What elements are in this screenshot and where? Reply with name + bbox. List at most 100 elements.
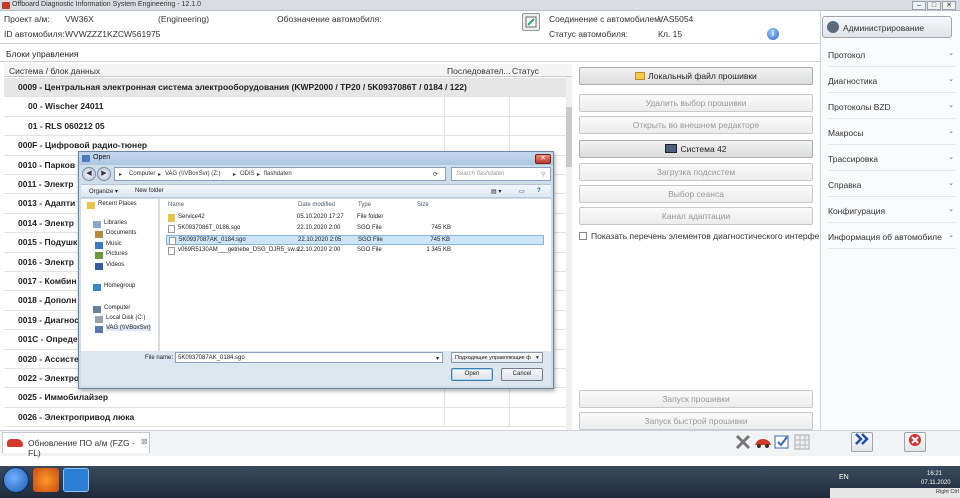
- open-external-editor-button[interactable]: Открыть во внешнем редакторе: [579, 116, 813, 134]
- table-row[interactable]: 01 - RLS 060212 05: [4, 116, 566, 137]
- table-scrollbar[interactable]: [566, 77, 572, 430]
- forward-nav-button[interactable]: ▶: [97, 167, 111, 181]
- cancel-button[interactable]: Cancel: [501, 368, 543, 381]
- address-bar[interactable]: ▸ Computer ▸ VAG (\\VBoxSvr) (Z:) ▸ ODIS…: [114, 167, 446, 181]
- column-header-name[interactable]: Name: [168, 202, 184, 208]
- row-label: 0026 - Электропривод люка: [18, 411, 135, 422]
- tab-flash-update[interactable]: Обновление ПО а/м (FZG - FL) ⊠: [2, 432, 150, 458]
- show-interface-list-label: Показать перечень элементов диагностичес…: [591, 231, 834, 241]
- row-label: 00 - Wischer 24011: [28, 101, 104, 112]
- refresh-icon[interactable]: ⟳: [433, 171, 438, 178]
- column-divider: [509, 407, 510, 427]
- vehicle-icon[interactable]: [754, 434, 771, 450]
- nav-item[interactable]: Recent Places: [98, 201, 137, 207]
- clock-time[interactable]: 16:21: [927, 471, 942, 477]
- nav-item[interactable]: Videos: [106, 262, 124, 268]
- breadcrumb-flashdaten[interactable]: flashdaten: [264, 171, 292, 177]
- start-quick-flash-button[interactable]: Запуск быстрой прошивки: [579, 412, 813, 430]
- clear-flash-selection-button[interactable]: Удалить выбор прошивки: [579, 94, 813, 112]
- tab-close-icon[interactable]: ⊠: [141, 437, 148, 446]
- table-row[interactable]: 0026 - Электропривод люка: [4, 407, 566, 428]
- nav-item[interactable]: Libraries: [104, 220, 127, 226]
- column-divider: [509, 97, 510, 117]
- administration-button[interactable]: Администрирование: [822, 16, 952, 38]
- table-row[interactable]: 0009 - Центральная электронная система э…: [4, 78, 566, 98]
- new-folder-button[interactable]: New folder: [135, 188, 164, 194]
- column-divider: [509, 116, 510, 136]
- nav-item[interactable]: Music: [106, 241, 122, 247]
- preview-pane-icon[interactable]: ▭: [519, 188, 525, 195]
- sidebar-item-3[interactable]: Макросы ⌄: [828, 123, 956, 145]
- firefox-icon[interactable]: [33, 468, 59, 492]
- table-header: Система / блок данных Последовател... Ст…: [4, 64, 572, 77]
- nav-item[interactable]: Local Disk (C:): [106, 315, 145, 321]
- odis-taskbar-icon[interactable]: [63, 468, 89, 492]
- edit-icon[interactable]: [522, 13, 540, 31]
- file-row[interactable]: Service42 05.10.2020 17:27 File folder: [166, 213, 544, 223]
- nav-item[interactable]: Computer: [104, 305, 130, 311]
- breadcrumb-computer[interactable]: Computer: [129, 171, 155, 177]
- adaptation-channel-button[interactable]: Канал адаптации: [579, 207, 813, 225]
- language-indicator[interactable]: EN: [839, 474, 849, 481]
- grid-icon[interactable]: [794, 434, 810, 450]
- file-name-input[interactable]: 5K0937087AK_0184.sgo ▾: [175, 352, 443, 363]
- chevron-down-icon: ⌄: [948, 76, 954, 83]
- checklist-icon[interactable]: [774, 434, 790, 450]
- breadcrumb-drive[interactable]: VAG (\\VBoxSvr) (Z:): [165, 171, 221, 177]
- scrollbar-thumb[interactable]: [566, 107, 572, 167]
- column-header-size[interactable]: Size: [417, 202, 429, 208]
- sidebar-item-1[interactable]: Диагностика ⌄: [828, 71, 956, 93]
- breadcrumb-odis[interactable]: ODIS: [240, 171, 255, 177]
- file-row[interactable]: v069R5130AM___getriebe_DSG_DJR5_sw.s... 2…: [166, 246, 544, 256]
- column-header-date[interactable]: Date modified: [298, 202, 335, 208]
- chevron-down-icon: ⌄: [948, 128, 954, 135]
- file-row[interactable]: 5K0937086T_0186.sgo 22.10.2020 2:00 SGO Fi…: [166, 224, 544, 234]
- sidebar-item-5[interactable]: Справка ⌄: [828, 175, 956, 197]
- help-icon[interactable]: ?: [537, 188, 541, 194]
- nav-item-icon: [95, 242, 103, 249]
- close-button[interactable]: ✕: [942, 1, 956, 10]
- start-button[interactable]: [3, 467, 29, 493]
- clock-date[interactable]: 07.11.2020: [921, 480, 951, 486]
- minimize-button[interactable]: –: [912, 1, 926, 10]
- sidebar-item-2[interactable]: Протоколы BZD ⌄: [828, 97, 956, 119]
- file-row[interactable]: 5K0937087AK_0184.sgo 22.10.2020 2:05 SGO F…: [166, 235, 544, 245]
- local-flash-file-button[interactable]: Локальный файл прошивки: [579, 67, 813, 85]
- maximize-button[interactable]: □: [927, 1, 941, 10]
- column-header-type[interactable]: Type: [358, 202, 371, 208]
- table-row[interactable]: 0025 - Иммобилайзер: [4, 388, 566, 408]
- dialog-close-button[interactable]: ✕: [535, 154, 551, 164]
- file-date: 05.10.2020 17:27: [297, 214, 344, 220]
- row-label: 0016 - Электр: [18, 256, 74, 267]
- chevron-down-icon[interactable]: ▾: [436, 355, 439, 362]
- connection-label: Соединение с автомобилем:: [549, 14, 663, 24]
- start-flash-button[interactable]: Запуск прошивки: [579, 390, 813, 408]
- back-button[interactable]: ◀: [82, 167, 96, 181]
- sidebar-item-6[interactable]: Конфигурация ⌄: [828, 201, 956, 223]
- nav-item[interactable]: Documents: [106, 230, 136, 236]
- sidebar-item-7[interactable]: Информация об автомобиле ⌄: [828, 227, 956, 249]
- cancel-action-button[interactable]: [904, 432, 926, 452]
- search-input[interactable]: Search flashdaten ⚲: [451, 167, 551, 181]
- tools-icon[interactable]: [735, 434, 751, 450]
- view-icon[interactable]: ▤ ▾: [491, 188, 501, 195]
- load-subsystem-button[interactable]: Загрузка подсистем: [579, 163, 813, 181]
- sidebar-item-4[interactable]: Трассировка ⌄: [828, 149, 956, 171]
- open-button[interactable]: Open: [451, 368, 493, 381]
- nav-item[interactable]: VAG (\\VBoxSvr): [106, 325, 151, 331]
- column-header-status[interactable]: Статус: [512, 66, 539, 76]
- table-row[interactable]: 00 - Wischer 24011: [4, 97, 566, 117]
- sidebar-item-0[interactable]: Протокол ⌄: [828, 45, 956, 67]
- file-type-select[interactable]: Подходящие управляющие ф ▾: [451, 352, 543, 363]
- nav-item[interactable]: Homegroup: [104, 283, 135, 289]
- forward-button[interactable]: [851, 432, 873, 452]
- organize-button[interactable]: Organize ▾: [89, 188, 118, 195]
- column-header-system[interactable]: Система / блок данных: [9, 66, 100, 76]
- column-header-sequence[interactable]: Последовател...: [447, 66, 511, 76]
- session-select-button[interactable]: Выбор сеанса: [579, 185, 813, 203]
- info-icon[interactable]: i: [767, 28, 779, 40]
- nav-item[interactable]: Pictures: [106, 251, 128, 257]
- system42-button[interactable]: Система 42: [579, 140, 813, 158]
- local-flash-file-label: Локальный файл прошивки: [648, 71, 757, 81]
- show-interface-list-checkbox[interactable]: [579, 232, 587, 240]
